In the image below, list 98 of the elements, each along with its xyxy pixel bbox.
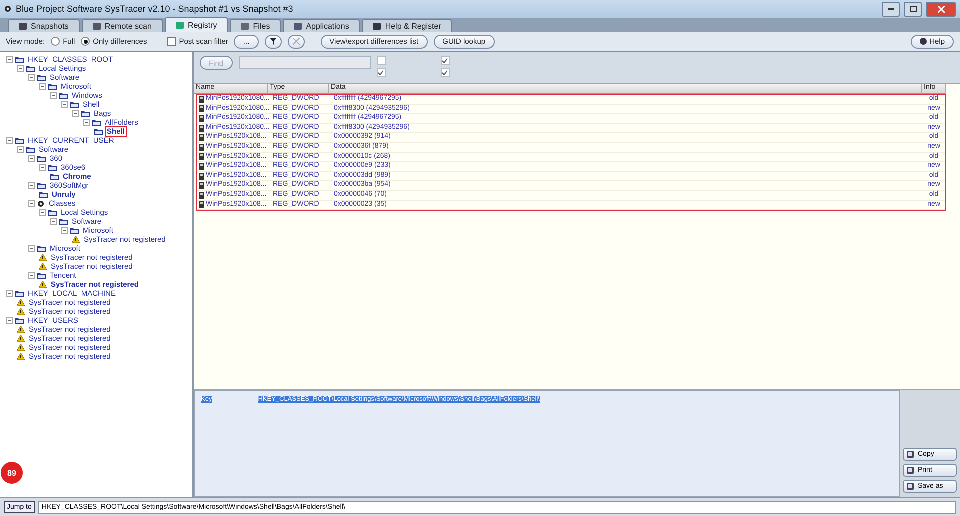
- collapse-toggle[interactable]: [39, 209, 46, 216]
- folder-icon: [15, 56, 24, 63]
- collapse-toggle[interactable]: [39, 164, 46, 171]
- action-icon: [907, 483, 914, 490]
- collapse-toggle[interactable]: [17, 65, 24, 72]
- collapse-toggle[interactable]: [17, 146, 24, 153]
- folder-icon: [37, 155, 46, 162]
- tab[interactable]: Snapshots: [8, 19, 80, 32]
- folder-icon: [48, 164, 57, 171]
- collapse-toggle[interactable]: [28, 182, 35, 189]
- collapse-toggle[interactable]: [6, 290, 13, 297]
- document-icon: [199, 124, 204, 132]
- folder-icon: [48, 209, 57, 216]
- collapse-toggle[interactable]: [28, 272, 35, 279]
- folder-icon: [81, 110, 90, 117]
- maximize-button[interactable]: [904, 2, 922, 16]
- folder-icon: [70, 101, 79, 108]
- action-icon: [907, 451, 914, 458]
- collapse-toggle[interactable]: [6, 137, 13, 144]
- collapse-toggle[interactable]: [28, 74, 35, 81]
- minimize-icon: [888, 8, 894, 10]
- tab-icon: [19, 22, 27, 30]
- action-icon: [907, 467, 914, 474]
- folder-icon: [15, 137, 24, 144]
- document-icon: [199, 114, 204, 122]
- gear-icon: [4, 5, 12, 13]
- folder-icon: [70, 227, 79, 234]
- folder-icon: [50, 173, 59, 180]
- collapse-toggle[interactable]: [28, 245, 35, 252]
- filter-icon: [270, 38, 277, 45]
- document-icon: [199, 162, 204, 170]
- radio-button[interactable]: [81, 37, 90, 46]
- collapse-toggle[interactable]: [6, 56, 13, 63]
- collapse-toggle[interactable]: [39, 83, 46, 90]
- document-icon: [199, 201, 204, 208]
- collapse-toggle[interactable]: [72, 110, 79, 117]
- checkbox[interactable]: [167, 37, 176, 46]
- warning-icon: [39, 263, 47, 270]
- warning-icon: [17, 326, 25, 333]
- tab[interactable]: Registry: [164, 17, 228, 32]
- minimize-button[interactable]: [882, 2, 900, 16]
- collapse-toggle[interactable]: [6, 317, 13, 324]
- find-field[interactable]: [238, 56, 371, 69]
- document-icon: [199, 153, 204, 160]
- tab[interactable]: Remote scan: [82, 19, 163, 32]
- close-button[interactable]: [926, 2, 956, 16]
- maximize-icon: [910, 6, 916, 12]
- collapse-toggle[interactable]: [50, 92, 57, 99]
- tab-icon: [92, 22, 101, 30]
- tab-icon: [373, 22, 382, 30]
- folder-icon: [15, 317, 24, 324]
- folder-icon: [92, 119, 101, 126]
- tab-icon: [294, 22, 302, 30]
- folder-icon: [37, 182, 46, 189]
- filter-button[interactable]: [264, 34, 282, 48]
- clear-icon: [292, 38, 300, 45]
- warning-icon: [17, 308, 25, 315]
- document-icon: [199, 192, 204, 199]
- collapse-toggle[interactable]: [28, 155, 35, 162]
- folder-icon: [37, 245, 46, 252]
- warning-icon: [39, 281, 47, 288]
- radio-button[interactable]: [51, 37, 60, 46]
- tab[interactable]: Help & Register: [362, 19, 452, 32]
- warning-icon: [17, 335, 25, 342]
- folder-icon: [26, 65, 35, 72]
- tab[interactable]: Applications: [283, 19, 360, 32]
- gear-icon: [37, 200, 45, 208]
- document-icon: [199, 182, 204, 190]
- document-icon: [199, 144, 204, 151]
- folder-icon: [15, 290, 24, 297]
- folder-icon: [59, 92, 68, 99]
- close-icon: [938, 6, 944, 12]
- tab-icon: [176, 22, 184, 28]
- warning-icon: [17, 299, 25, 306]
- document-icon: [199, 105, 204, 112]
- collapse-toggle[interactable]: [50, 218, 57, 225]
- tab-icon: [241, 22, 250, 30]
- collapse-toggle[interactable]: [61, 227, 68, 234]
- document-icon: [199, 96, 204, 103]
- folder-icon: [37, 272, 46, 279]
- folder-icon: [59, 218, 68, 225]
- warning-icon: [72, 236, 80, 243]
- folder-icon: [48, 83, 57, 90]
- document-icon: [199, 172, 204, 180]
- folder-icon: [39, 191, 48, 198]
- folder-icon: [37, 74, 46, 81]
- collapse-toggle[interactable]: [61, 101, 68, 108]
- folder-icon: [94, 128, 103, 135]
- collapse-toggle[interactable]: [83, 119, 90, 126]
- folder-icon: [26, 146, 35, 153]
- warning-icon: [17, 353, 25, 360]
- document-icon: [199, 134, 204, 142]
- window-title: Blue Project Software SysTracer v2.10 - Snapshot #1 vs Snapshot #3: [16, 4, 294, 14]
- tab[interactable]: Files: [230, 19, 282, 32]
- warning-icon: [17, 344, 25, 351]
- warning-icon: [39, 254, 47, 261]
- collapse-toggle[interactable]: [28, 200, 35, 207]
- help-icon: [920, 38, 927, 45]
